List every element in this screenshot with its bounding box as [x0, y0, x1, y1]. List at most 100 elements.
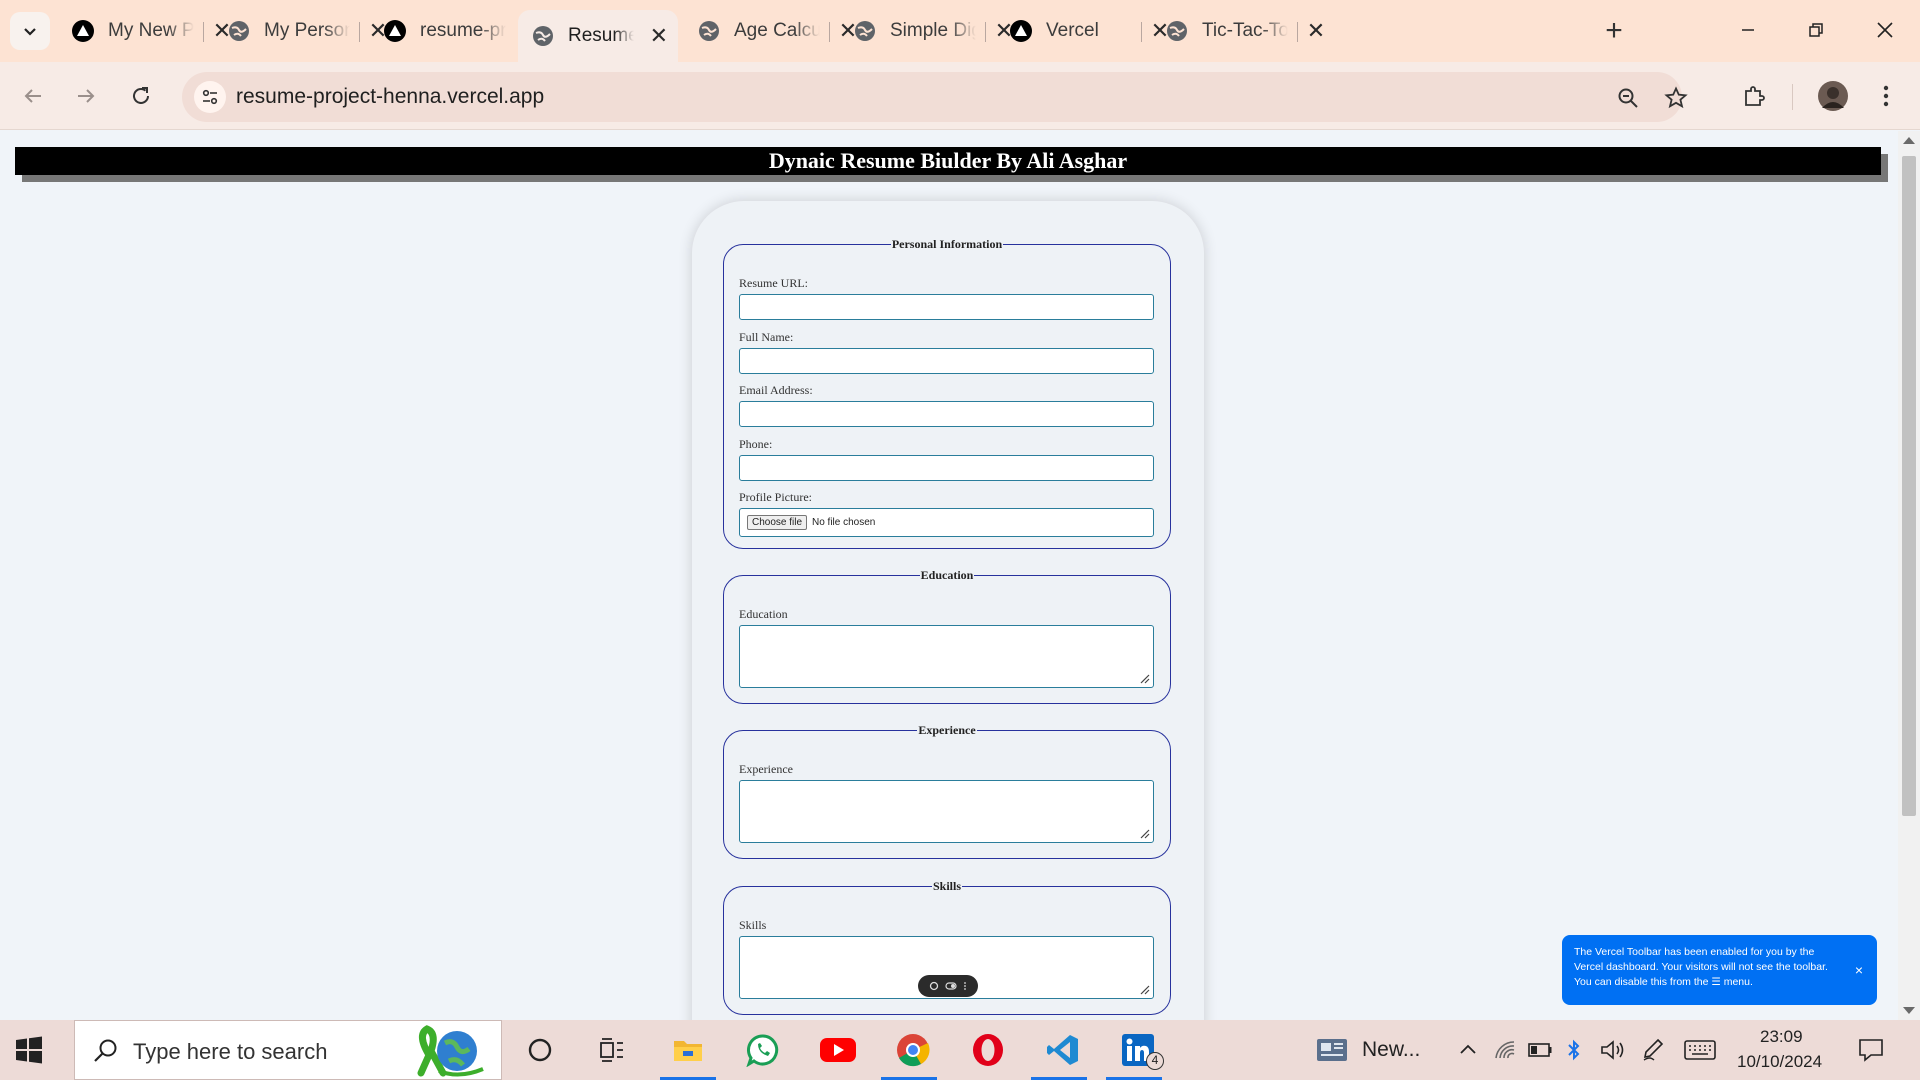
news-widget[interactable] — [1312, 1028, 1352, 1072]
close-window-button[interactable] — [1860, 12, 1910, 48]
tab-title: Simple Digital Clock — [890, 20, 976, 41]
puzzle-icon — [1745, 86, 1765, 106]
restore-icon — [1809, 23, 1823, 37]
choose-file-button[interactable]: Choose file — [747, 515, 808, 530]
page-viewport: Dynaic Resume Biulder By Ali Asghar Pers… — [0, 131, 1898, 1020]
tab-title: Resume Builder — [568, 25, 634, 46]
browser-tab[interactable]: Tic-Tac-Toe ✕ — [1152, 10, 1338, 52]
vscode-icon — [1047, 1035, 1078, 1065]
chevron-down-icon — [24, 28, 36, 36]
tab-divider — [1141, 22, 1142, 42]
chevron-up-icon[interactable] — [1458, 1040, 1478, 1060]
wifi-icon[interactable] — [1494, 1040, 1516, 1060]
vscode-app[interactable] — [1041, 1028, 1085, 1072]
cortana-button[interactable] — [518, 1028, 562, 1072]
education-fieldset: Education Education — [723, 568, 1171, 704]
pen-icon[interactable] — [1642, 1038, 1664, 1062]
reload-icon — [133, 87, 149, 104]
education-label: Education — [739, 607, 788, 621]
tab-title: resume-project — [420, 20, 506, 41]
profile-picture-input[interactable]: Choose file No file chosen — [739, 508, 1154, 537]
more-dots-icon — [964, 982, 966, 990]
personal-information-legend: Personal Information — [891, 237, 1003, 251]
resume-url-input[interactable] — [739, 294, 1154, 320]
vercel-triangle-icon — [72, 20, 94, 42]
resize-grip-icon[interactable] — [1140, 674, 1150, 684]
email-label: Email Address: — [739, 383, 813, 397]
kebab-menu-icon — [1883, 85, 1889, 107]
tab-divider — [1297, 22, 1298, 42]
tab-title: Age Calculator — [734, 20, 820, 41]
back-button[interactable] — [13, 76, 53, 116]
bluetooth-icon[interactable] — [1566, 1038, 1582, 1062]
cortana-circle-icon — [528, 1038, 552, 1062]
new-tab-button[interactable]: + — [1597, 14, 1631, 48]
chrome-icon — [897, 1034, 930, 1067]
whatsapp-app[interactable] — [741, 1028, 785, 1072]
tab-divider — [829, 22, 830, 42]
restore-button[interactable] — [1791, 12, 1841, 48]
news-widget-label: New... — [1362, 1038, 1421, 1061]
battery-icon[interactable] — [1528, 1042, 1552, 1058]
opera-app[interactable] — [966, 1028, 1010, 1072]
extensions-button[interactable] — [1734, 76, 1774, 116]
windows-start-icon[interactable] — [14, 1035, 44, 1065]
url-text: resume-project-henna.vercel.app — [236, 85, 545, 108]
resize-grip-icon[interactable] — [1140, 829, 1150, 839]
site-settings-icon[interactable] — [194, 81, 226, 113]
experience-textarea[interactable] — [739, 780, 1154, 843]
task-view-icon — [600, 1038, 623, 1062]
toggle-icon — [945, 982, 957, 990]
search-icon — [94, 1039, 117, 1062]
scroll-up-arrow-icon[interactable] — [1903, 137, 1915, 144]
speaker-icon[interactable] — [1600, 1039, 1626, 1061]
taskbar-search-box[interactable]: Type here to search — [74, 1020, 502, 1080]
page-title: Dynaic Resume Biulder By Ali Asghar — [15, 147, 1881, 175]
page-scrollbar[interactable] — [1898, 131, 1920, 1020]
clock-time: 23:09 — [1760, 1027, 1803, 1046]
vercel-toolbar-pill[interactable] — [918, 975, 978, 997]
globe-icon — [532, 25, 554, 47]
avatar-icon — [1818, 81, 1848, 111]
file-explorer-app[interactable] — [666, 1028, 710, 1072]
skills-legend: Skills — [932, 879, 962, 893]
toast-close-icon[interactable]: × — [1855, 963, 1863, 978]
resize-grip-icon[interactable] — [1140, 985, 1150, 995]
reload-button[interactable] — [121, 76, 161, 116]
keyboard-icon[interactable] — [1684, 1040, 1716, 1060]
notifications-icon[interactable] — [1858, 1038, 1884, 1062]
arrow-right-icon — [78, 89, 95, 103]
phone-input[interactable] — [739, 455, 1154, 481]
close-tab-icon[interactable]: ✕ — [1304, 18, 1328, 44]
tab-search-button[interactable] — [10, 12, 50, 50]
folder-icon — [674, 1041, 702, 1061]
news-icon — [1317, 1039, 1347, 1061]
globe-icon — [698, 20, 720, 42]
full-name-input[interactable] — [739, 348, 1154, 374]
chrome-app[interactable] — [891, 1028, 935, 1072]
profile-picture-label: Profile Picture: — [739, 490, 812, 504]
linkedin-app[interactable]: 4 — [1116, 1028, 1164, 1072]
forward-button[interactable] — [66, 76, 106, 116]
scroll-down-arrow-icon[interactable] — [1903, 1007, 1915, 1014]
browser-tab-strip: My New Portfolio ✕ My Personal Portfolio… — [0, 0, 1920, 62]
browser-menu-button[interactable] — [1866, 76, 1906, 116]
minimize-button[interactable] — [1723, 12, 1773, 48]
education-textarea[interactable] — [739, 625, 1154, 688]
email-input[interactable] — [739, 401, 1154, 427]
address-bar[interactable]: resume-project-henna.vercel.app — [182, 72, 1688, 122]
task-view-button[interactable] — [590, 1028, 634, 1072]
globe-icon — [854, 20, 876, 42]
browser-tab-active[interactable]: Resume Builder ✕ — [518, 10, 678, 62]
bookmark-star-icon[interactable] — [1662, 84, 1690, 112]
youtube-app[interactable] — [816, 1028, 860, 1072]
close-tab-icon[interactable]: ✕ — [650, 23, 668, 49]
scrollbar-thumb[interactable] — [1902, 156, 1916, 816]
tab-title: Tic-Tac-Toe — [1202, 20, 1288, 41]
zoom-icon[interactable] — [1614, 84, 1642, 112]
tab-divider — [985, 22, 986, 42]
arrow-left-icon — [24, 89, 41, 103]
browser-toolbar: resume-project-henna.vercel.app — [0, 62, 1920, 130]
profile-avatar[interactable] — [1813, 76, 1853, 116]
skills-label: Skills — [739, 918, 767, 932]
